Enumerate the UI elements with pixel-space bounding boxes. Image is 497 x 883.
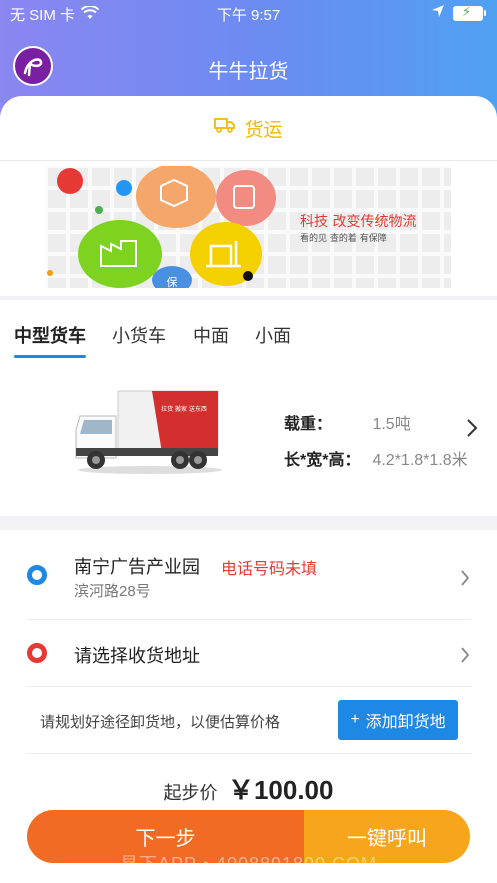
location-arrow-icon xyxy=(431,4,445,22)
truck-size-row: 长*宽*高： 4.2*1.8*1.8米 xyxy=(284,446,468,470)
pickup-chevron-icon xyxy=(460,567,470,593)
size-label: 长*宽*高： xyxy=(284,452,361,469)
active-tab-indicator xyxy=(14,355,86,358)
tab-freight[interactable]: 货运 xyxy=(214,115,283,142)
banner-subline: 看的见 查的着 有保障 xyxy=(300,232,387,244)
truck-icon xyxy=(214,117,236,139)
plus-icon: + xyxy=(350,711,360,728)
pickup-detail: 滨河路28号 xyxy=(74,583,151,600)
status-bar: 无 SIM 卡 下午 9:57 ⚡ xyxy=(0,0,497,26)
truck-load-row: 载重： 1.5吨 xyxy=(284,410,411,434)
load-label: 载重： xyxy=(284,416,333,433)
size-value: 4.2*1.8*1.8米 xyxy=(372,452,468,469)
truck-image: 拉货 搬家 送东西 xyxy=(72,386,222,476)
dropoff-row[interactable]: 请选择收货地址 xyxy=(0,622,497,686)
banner-headline: 科技 改变传统物流 xyxy=(300,214,416,230)
starting-price: 起步价 ￥100.00 xyxy=(0,770,497,807)
price-amount: ￥100.00 xyxy=(227,775,334,805)
status-time: 下午 9:57 xyxy=(216,7,281,24)
dropoff-dot-icon xyxy=(27,643,47,663)
divider xyxy=(26,619,471,620)
battery-icon: ⚡ xyxy=(453,4,486,21)
truck-type-tabs: 中型货车 小货车 中面 小面 xyxy=(0,300,497,360)
pickup-row[interactable]: 南宁广告产业园 电话号码未填 滨河路28号 xyxy=(0,545,497,615)
truck-tab-medium[interactable]: 中型货车 xyxy=(14,322,86,348)
service-tab-bar: 货运 xyxy=(0,96,497,161)
divider xyxy=(26,686,471,687)
page-title: 牛牛拉货 xyxy=(208,61,289,83)
route-hint: 请规划好途径卸货地，以便估算价格 xyxy=(40,714,281,731)
pickup-phone-warning: 电话号码未填 xyxy=(221,561,318,578)
truck-tab-small[interactable]: 小货车 xyxy=(112,322,166,348)
price-label: 起步价 xyxy=(163,783,218,803)
dropoff-placeholder: 请选择收货地址 xyxy=(74,646,200,666)
promo-banner[interactable]: 保 科技 改变传统物流 看的见 查的着 有保障 xyxy=(46,166,451,288)
truck-tab-mid-van[interactable]: 中面 xyxy=(193,322,229,348)
add-unload-point-button[interactable]: + 添加卸货地 xyxy=(338,700,458,740)
dropoff-chevron-icon xyxy=(460,644,470,670)
divider xyxy=(26,753,471,754)
banner-tag: 保 xyxy=(167,275,178,288)
pickup-dot-icon xyxy=(27,565,47,585)
truck-side-text: 拉货 搬家 送东西 xyxy=(161,405,207,413)
load-value: 1.5吨 xyxy=(372,416,411,433)
truck-tab-mini-van[interactable]: 小面 xyxy=(255,322,291,348)
next-truck-chevron-icon[interactable] xyxy=(466,418,478,444)
watermark: 易下APP • 4008891800.COM xyxy=(119,854,378,874)
add-unload-point-label: 添加卸货地 xyxy=(365,714,446,731)
pickup-name: 南宁广告产业园 xyxy=(74,557,200,577)
tab-freight-label: 货运 xyxy=(244,119,283,141)
